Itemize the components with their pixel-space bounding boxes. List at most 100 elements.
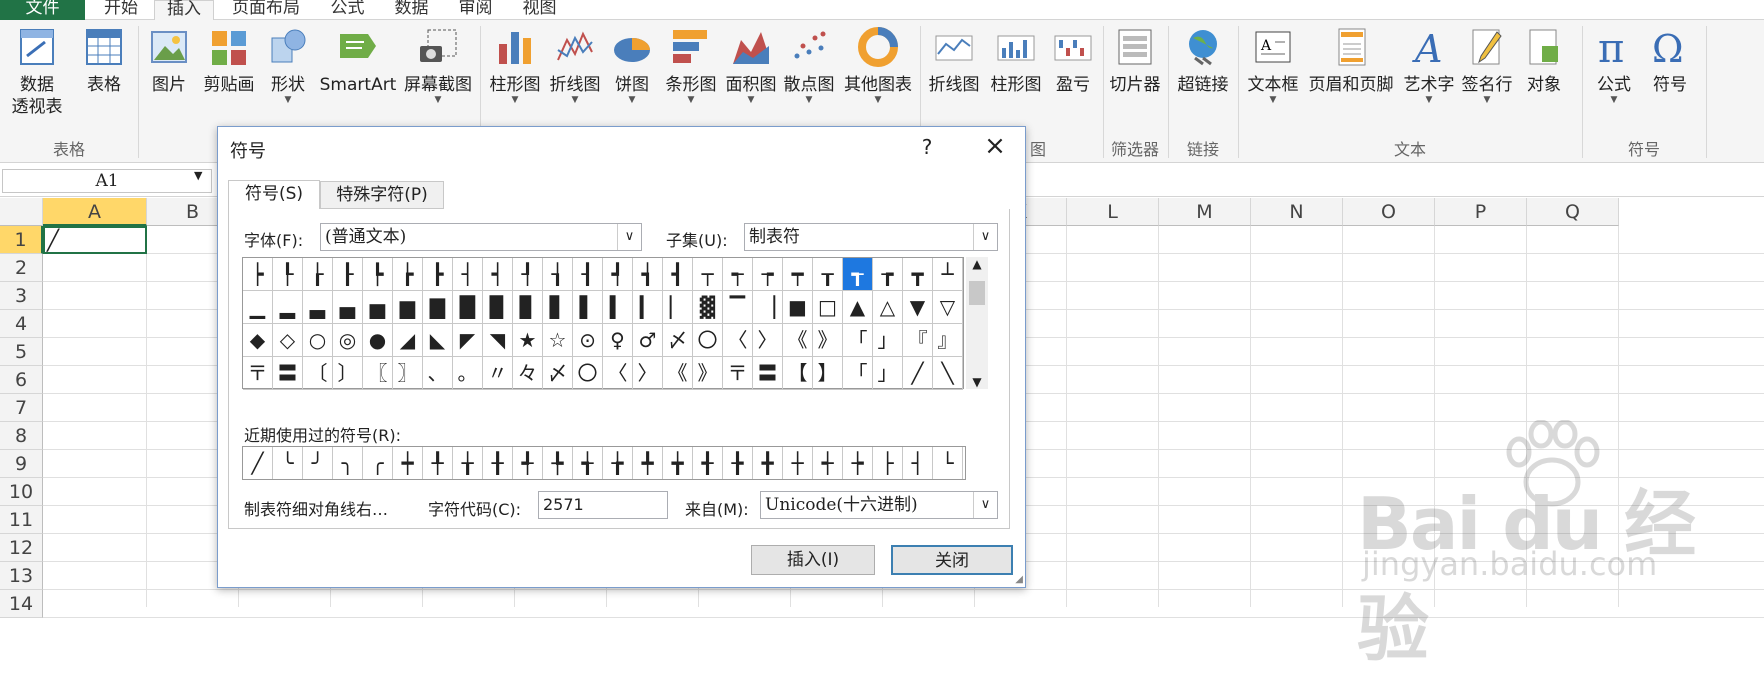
symbol-cell[interactable]: ▁ (243, 291, 273, 324)
insert-button[interactable]: 插入(I) (751, 545, 875, 575)
scroll-thumb[interactable] (969, 281, 985, 305)
recent-symbol-cell[interactable]: ╄ (543, 447, 573, 479)
symbol-cell[interactable]: ┫ (663, 258, 693, 291)
symbol-cell[interactable]: ♀ (603, 324, 633, 357)
shapes-button[interactable]: 形状 ▼ (264, 26, 312, 105)
symbol-cell[interactable]: 『 (903, 324, 933, 357)
tab-page-layout[interactable]: 页面布局 (222, 0, 310, 20)
symbol-cell[interactable]: ♂ (633, 324, 663, 357)
symbol-cell[interactable]: ┭ (723, 258, 753, 291)
tab-file[interactable]: 文件 (0, 0, 85, 20)
column-header-p[interactable]: P (1435, 198, 1527, 226)
row-header-14[interactable]: 14 (0, 590, 43, 618)
symbol-cell[interactable]: ┴ (933, 258, 963, 291)
symbol-cell[interactable]: ┱ (843, 258, 873, 291)
row-header-10[interactable]: 10 (0, 478, 43, 506)
symbol-cell[interactable]: ┦ (513, 258, 543, 291)
symbol-cell[interactable]: ■ (783, 291, 813, 324)
symbol-cell[interactable]: ▏ (663, 291, 693, 324)
symbol-cell[interactable]: 。 (453, 357, 483, 390)
symbol-cell[interactable]: ╱ (903, 357, 933, 390)
sparkline-line-button[interactable]: 折线图 (924, 26, 984, 96)
recent-symbol-cell[interactable]: ╰ (273, 447, 303, 479)
chevron-down-icon[interactable]: ∨ (973, 224, 997, 250)
recent-symbol-cell[interactable]: └ (933, 447, 963, 479)
header-footer-button[interactable]: 页眉和页脚 (1304, 26, 1398, 96)
recent-symbol-cell[interactable]: ╉ (693, 447, 723, 479)
from-select[interactable]: Unicode(十六进制) ∨ (760, 491, 998, 519)
symbol-cell[interactable]: ┲ (873, 258, 903, 291)
symbol-cell[interactable]: ▂ (273, 291, 303, 324)
row-header-2[interactable]: 2 (0, 254, 43, 282)
object-button[interactable]: 对象 (1518, 26, 1570, 96)
scroll-down-icon[interactable]: ▼ (966, 375, 988, 389)
close-icon[interactable]: × (980, 131, 1010, 161)
recent-symbol-cell[interactable]: ╀ (423, 447, 453, 479)
tab-special-characters[interactable]: 特殊字符(P) (320, 181, 444, 209)
symbol-cell[interactable]: ▌ (573, 291, 603, 324)
column-header-q[interactable]: Q (1527, 198, 1619, 226)
recent-symbol-cell[interactable]: ╃ (513, 447, 543, 479)
help-button[interactable]: ? (915, 135, 939, 159)
scatter-chart-button[interactable]: 散点图 ▼ (780, 26, 838, 105)
symbol-cell[interactable]: 〃 (483, 357, 513, 390)
symbol-cell[interactable]: ◎ (333, 324, 363, 357)
column-header-m[interactable]: M (1159, 198, 1251, 226)
symbol-cell[interactable]: △ (873, 291, 903, 324)
column-header-a[interactable]: A (43, 198, 147, 226)
tab-formulas[interactable]: 公式 (320, 0, 375, 20)
recent-symbol-cell[interactable]: ┿ (393, 447, 423, 479)
symbol-cell[interactable]: □ (813, 291, 843, 324)
symbol-cell[interactable]: 》 (813, 324, 843, 357)
font-select[interactable]: (普通文本) ∨ (320, 223, 642, 251)
symbol-cell[interactable]: ▽ (933, 291, 963, 324)
symbol-cell[interactable]: ┢ (393, 258, 423, 291)
recent-symbol-cell[interactable]: ┾ (843, 447, 873, 479)
recent-symbol-cell[interactable]: ╂ (483, 447, 513, 479)
symbol-cell[interactable]: ┡ (363, 258, 393, 291)
active-cell-a1[interactable]: ╱ (43, 226, 147, 254)
tab-home[interactable]: 开始 (90, 0, 152, 20)
symbol-cell[interactable]: ┨ (573, 258, 603, 291)
bar-chart-button[interactable]: 条形图 ▼ (662, 26, 720, 105)
recent-symbol-cell[interactable]: ╱ (243, 447, 273, 479)
symbol-cell[interactable]: ▍ (603, 291, 633, 324)
symbol-cell[interactable]: ┩ (603, 258, 633, 291)
symbol-cell[interactable]: ⊙ (573, 324, 603, 357)
tab-data[interactable]: 数据 (384, 0, 439, 20)
symbol-cell[interactable]: 》 (693, 357, 723, 390)
row-header-9[interactable]: 9 (0, 450, 43, 478)
char-code-input[interactable]: 2571 (538, 491, 668, 519)
symbol-cell[interactable]: ▓ (693, 291, 723, 324)
smartart-button[interactable]: SmartArt (318, 26, 398, 96)
equation-button[interactable]: π 公式 ▼ (1588, 26, 1640, 105)
symbol-cell[interactable]: ▊ (513, 291, 543, 324)
clipart-button[interactable]: 剪贴画 (200, 26, 258, 96)
symbol-cell[interactable]: ┤ (453, 258, 483, 291)
symbol-cell[interactable]: 』 (933, 324, 963, 357)
symbol-cell[interactable]: ┳ (903, 258, 933, 291)
symbol-cell[interactable]: ◤ (453, 324, 483, 357)
symbol-cell[interactable]: 《 (663, 357, 693, 390)
subset-select[interactable]: 制表符 ∨ (744, 223, 998, 251)
symbol-cell[interactable]: ┥ (483, 258, 513, 291)
symbol-cell[interactable]: ▼ (903, 291, 933, 324)
symbol-cell[interactable]: 〆 (663, 324, 693, 357)
column-chart-button[interactable]: 柱形图 ▼ (486, 26, 544, 105)
other-chart-button[interactable]: 其他图表 ▼ (840, 26, 916, 105)
symbol-cell[interactable]: ╲ (933, 357, 963, 390)
symbol-cell[interactable]: ▲ (843, 291, 873, 324)
tab-view[interactable]: 视图 (512, 0, 567, 20)
symbol-cell[interactable]: ▉ (483, 291, 513, 324)
symbol-cell[interactable]: 「 (843, 324, 873, 357)
symbol-cell[interactable]: ┠ (333, 258, 363, 291)
scroll-up-icon[interactable]: ▲ (966, 257, 988, 271)
row-header-1[interactable]: 1 (0, 226, 43, 254)
recent-symbol-cell[interactable]: ╆ (603, 447, 633, 479)
slicer-button[interactable]: 切片器 (1106, 26, 1164, 96)
symbol-cell[interactable]: ┟ (303, 258, 333, 291)
symbol-cell[interactable]: ▅ (363, 291, 393, 324)
recent-symbol-cell[interactable]: ┤ (903, 447, 933, 479)
column-header-o[interactable]: O (1343, 198, 1435, 226)
symbol-cell[interactable]: 、 (423, 357, 453, 390)
